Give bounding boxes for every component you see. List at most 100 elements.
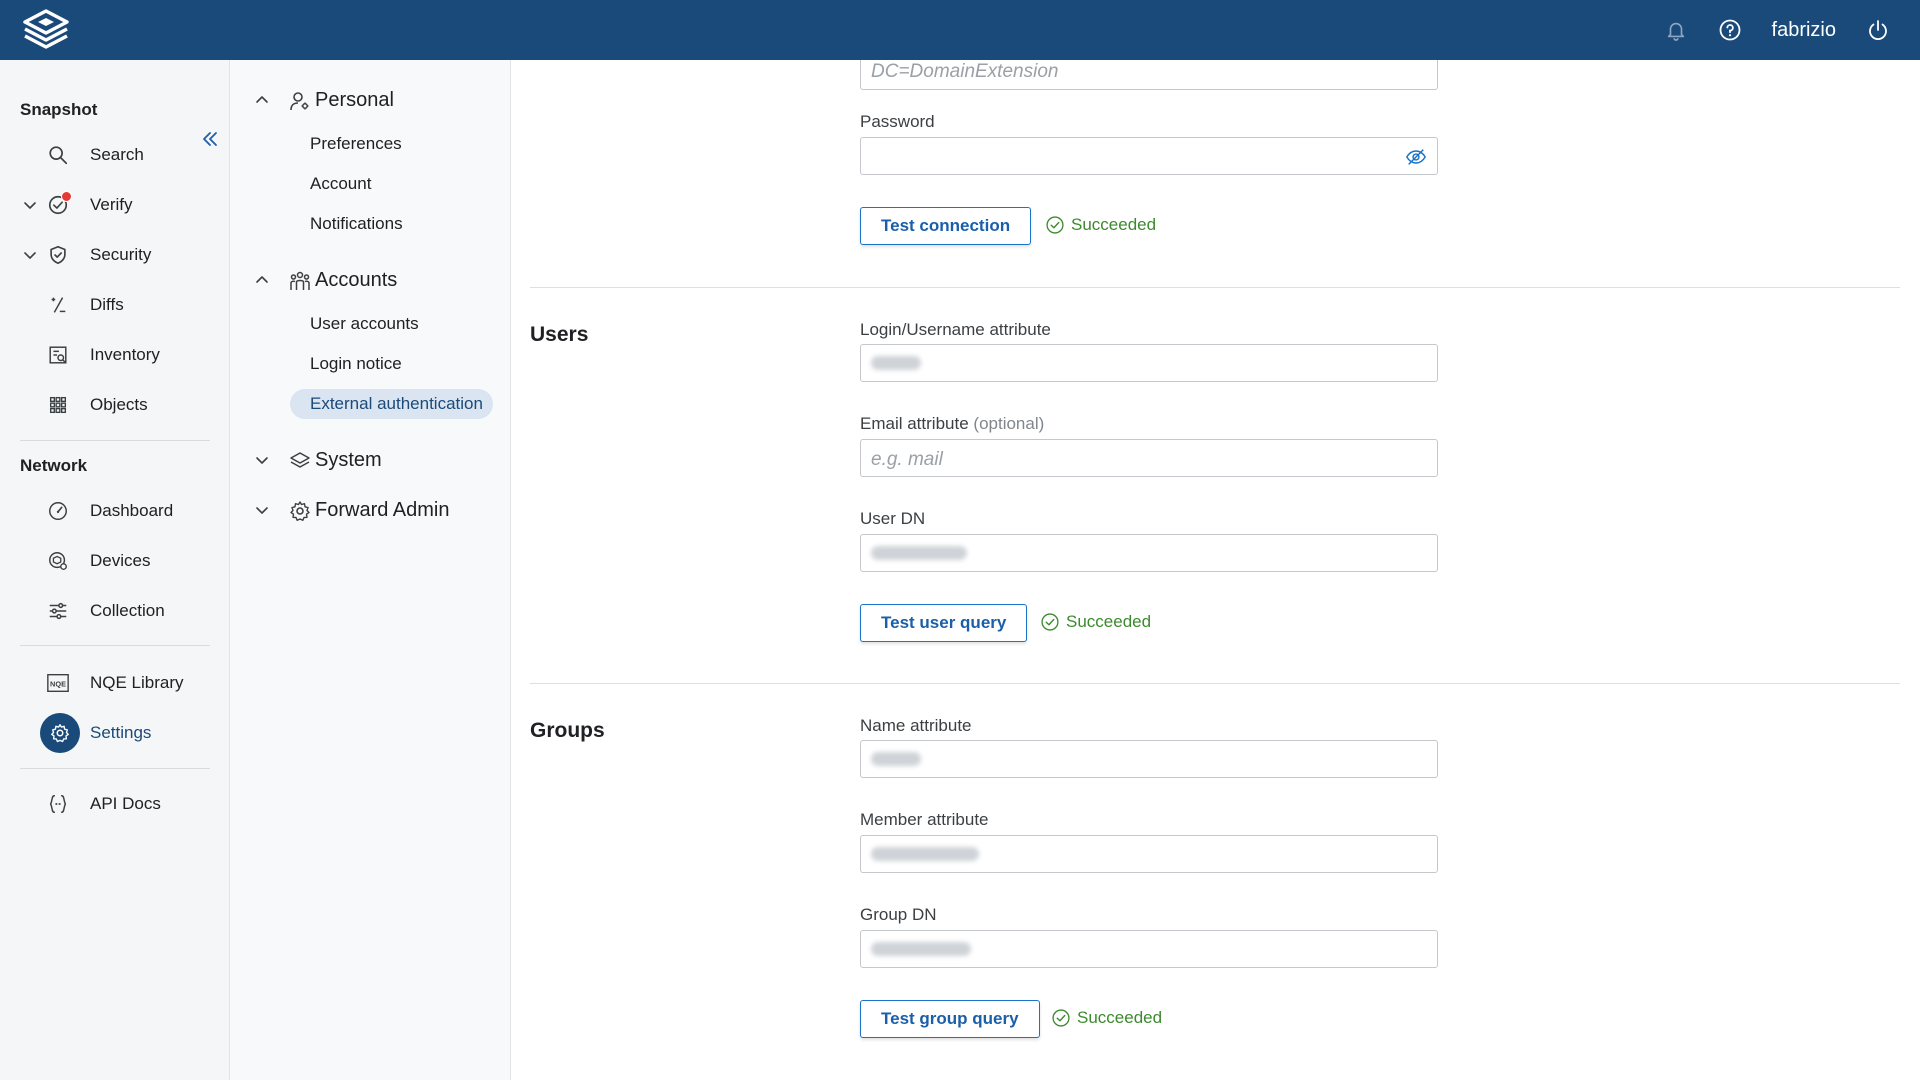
main-nav: Snapshot Search Verify Security Diffs In… (0, 60, 230, 1080)
nav-divider (20, 440, 210, 441)
braces-icon (46, 792, 70, 816)
user-dn-label: User DN (860, 509, 926, 528)
sliders-icon (46, 599, 70, 623)
chevron-up-icon[interactable] (254, 92, 270, 108)
status-text: Succeeded (1077, 1008, 1163, 1027)
power-icon[interactable] (1866, 18, 1890, 42)
login-attribute-label: Login/Username attribute (860, 320, 1051, 339)
search-icon (46, 143, 70, 167)
settings-group-label: Accounts (315, 269, 398, 291)
settings-item-user-accounts[interactable]: User accounts (290, 309, 429, 339)
nqe-library-icon: NQE (46, 671, 70, 695)
chevron-down-icon[interactable] (254, 502, 270, 518)
login-attribute-input[interactable] (860, 344, 1438, 382)
test-user-query-button[interactable]: Test user query (860, 604, 1028, 642)
forward-logo-icon[interactable] (18, 8, 74, 52)
nav-item-inventory[interactable]: Inventory (0, 335, 229, 375)
email-attribute-input[interactable]: e.g. mail (860, 439, 1438, 477)
nav-section-network: Network (20, 456, 88, 475)
gear-icon (290, 501, 310, 521)
group-dn-input[interactable] (860, 930, 1438, 968)
settings-item-preferences[interactable]: Preferences (290, 129, 412, 159)
name-attribute-input[interactable] (860, 740, 1438, 778)
bell-icon[interactable] (1664, 18, 1688, 42)
success-check-icon (1052, 1009, 1070, 1027)
redacted-value (871, 942, 971, 956)
nav-item-collection[interactable]: Collection (0, 591, 229, 631)
group-query-status: Succeeded (1051, 1008, 1162, 1028)
nav-label: Diffs (90, 295, 124, 314)
top-bar: fabrizio (0, 0, 1920, 60)
success-check-icon (1046, 216, 1064, 234)
redacted-value (871, 356, 921, 370)
chevron-down-icon[interactable] (22, 247, 38, 263)
redacted-value (871, 847, 979, 861)
diff-icon (46, 293, 70, 317)
verify-icon (46, 191, 72, 217)
nav-item-settings[interactable]: Settings (0, 713, 229, 753)
settings-item-notifications[interactable]: Notifications (290, 209, 413, 239)
help-icon[interactable] (1718, 18, 1742, 42)
users-group-icon (290, 271, 310, 290)
settings-gear-icon (40, 713, 80, 753)
user-name[interactable]: fabrizio (1772, 19, 1836, 42)
chevron-down-icon[interactable] (254, 452, 270, 468)
system-layers-icon (290, 452, 310, 468)
nav-item-devices[interactable]: Devices (0, 541, 229, 581)
nav-label: NQE Library (90, 673, 184, 692)
email-attribute-label: Email attribute (optional) (860, 414, 1045, 433)
svg-text:NQE: NQE (50, 680, 66, 689)
nav-label: Collection (90, 601, 165, 620)
gauge-icon (46, 499, 70, 523)
status-text: Succeeded (1066, 612, 1152, 631)
settings-group-label: Personal (315, 89, 394, 111)
user-query-status: Succeeded (1040, 612, 1151, 632)
nav-label: API Docs (90, 794, 161, 813)
nav-label: Search (90, 145, 144, 164)
user-dn-input[interactable] (860, 534, 1438, 572)
base-dn-input[interactable]: DC=DomainExtension (860, 60, 1438, 90)
settings-group-accounts[interactable]: Accounts (230, 260, 510, 300)
nav-label: Security (90, 245, 152, 264)
nav-label: Objects (90, 395, 148, 414)
nav-label: Verify (90, 195, 133, 214)
test-group-query-button[interactable]: Test group query (860, 1000, 1040, 1038)
name-attribute-label: Name attribute (860, 716, 972, 735)
settings-group-personal[interactable]: Personal (230, 80, 510, 120)
grid-icon (46, 393, 70, 417)
settings-group-forward-admin[interactable]: Forward Admin (230, 490, 510, 530)
nav-item-api-docs[interactable]: API Docs (0, 784, 229, 824)
shield-icon (46, 243, 70, 267)
redacted-value (871, 546, 967, 560)
settings-group-label: Forward Admin (315, 499, 450, 521)
settings-item-login-notice[interactable]: Login notice (290, 349, 412, 379)
nav-item-verify[interactable]: Verify (0, 185, 229, 225)
success-check-icon (1041, 613, 1059, 631)
member-attribute-input[interactable] (860, 835, 1438, 873)
chevron-up-icon[interactable] (254, 272, 270, 288)
password-label: Password (860, 112, 935, 131)
redacted-value (871, 752, 921, 766)
settings-group-system[interactable]: System (230, 440, 510, 480)
settings-item-external-authentication[interactable]: External authentication (290, 389, 493, 419)
chevron-down-icon[interactable] (22, 197, 38, 213)
nav-item-objects[interactable]: Objects (0, 385, 229, 425)
email-placeholder: e.g. mail (871, 449, 943, 470)
nav-item-diffs[interactable]: Diffs (0, 285, 229, 325)
settings-item-account[interactable]: Account (290, 169, 381, 199)
nav-item-search[interactable]: Search (0, 135, 229, 175)
section-divider (530, 287, 1900, 288)
inventory-icon (46, 343, 70, 367)
section-divider (530, 683, 1900, 684)
toggle-visibility-icon[interactable] (1405, 146, 1427, 168)
nav-item-nqe-library[interactable]: NQE NQE Library (0, 663, 229, 703)
devices-icon (46, 549, 70, 573)
test-connection-button[interactable]: Test connection (860, 207, 1032, 245)
nav-item-dashboard[interactable]: Dashboard (0, 491, 229, 531)
nav-divider (20, 768, 210, 769)
nav-label: Inventory (90, 345, 160, 364)
group-dn-label: Group DN (860, 905, 937, 924)
user-settings-icon (290, 92, 309, 111)
nav-item-security[interactable]: Security (0, 235, 229, 275)
password-input[interactable] (860, 137, 1438, 175)
